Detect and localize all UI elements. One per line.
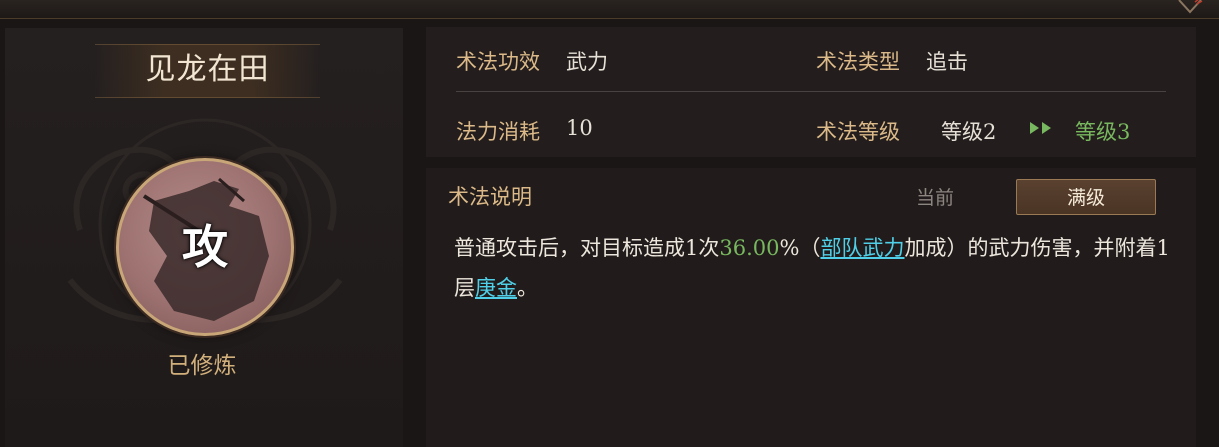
skill-emblem[interactable]: 攻 xyxy=(116,158,294,336)
effect-value: 武力 xyxy=(566,50,608,74)
cost-label: 法力消耗 xyxy=(456,120,540,144)
troop-force-link[interactable]: 部队武力 xyxy=(820,236,904,260)
desc-part-4: 。 xyxy=(517,276,538,300)
effect-label: 术法功效 xyxy=(456,50,540,74)
damage-percent: 36.00 xyxy=(719,236,780,260)
type-label: 术法类型 xyxy=(816,50,900,74)
desc-part-1: 普通攻击后，对目标造成1次 xyxy=(454,236,720,260)
description-title: 术法说明 xyxy=(448,185,532,209)
level-next: 等级3 xyxy=(1075,120,1131,144)
type-value: 追击 xyxy=(926,50,968,74)
tab-current-level[interactable]: 当前 xyxy=(880,180,990,216)
training-status: 已修炼 xyxy=(167,353,237,379)
emblem-character: 攻 xyxy=(182,220,228,274)
tab-max-level[interactable]: 满级 xyxy=(1016,179,1156,215)
top-bar xyxy=(0,0,1219,19)
stats-divider xyxy=(456,91,1166,92)
desc-part-2: %（ xyxy=(779,236,821,260)
double-arrow-icon xyxy=(1030,122,1051,134)
level-current: 等级2 xyxy=(941,120,997,144)
level-label: 术法等级 xyxy=(816,120,900,144)
skill-name: 见龙在田 xyxy=(145,52,270,87)
gengjin-link[interactable]: 庚金 xyxy=(475,276,517,300)
close-icon[interactable] xyxy=(1175,0,1205,18)
cost-value: 10 xyxy=(566,116,593,140)
description-text: 普通攻击后，对目标造成1次36.00%（部队武力加成）的武力伤害，并附着1层庚金… xyxy=(454,228,1174,308)
